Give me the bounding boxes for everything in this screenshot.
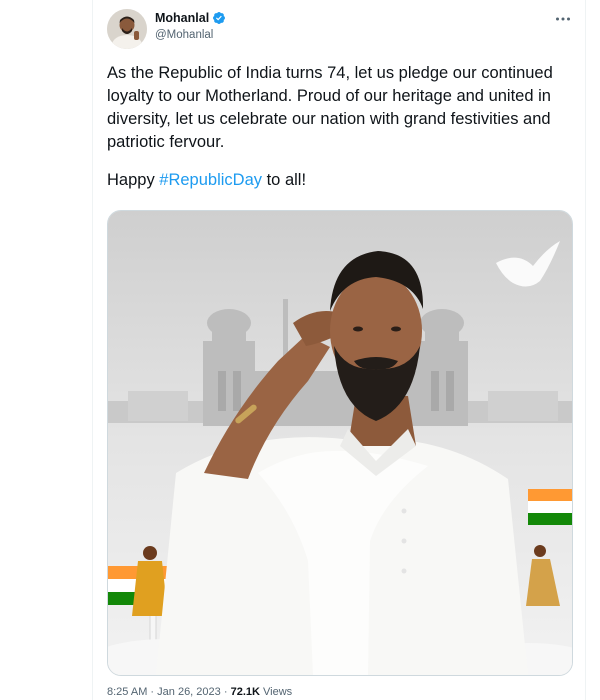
tweet-meta: 8:25 AM · Jan 26, 2023 · 72.1K Views — [107, 686, 292, 698]
tweet-time[interactable]: 8:25 AM — [107, 686, 147, 698]
tweet-image[interactable] — [107, 210, 573, 676]
author-name-row: Mohanlal — [155, 11, 226, 25]
meta-separator-2: · — [223, 686, 228, 698]
tweet-card: Mohanlal @Mohanlal As the Republic of In… — [93, 0, 585, 700]
tweet-text: As the Republic of India turns 74, let u… — [107, 62, 577, 192]
author-handle[interactable]: @Mohanlal — [155, 29, 213, 41]
tweet-date[interactable]: Jan 26, 2023 — [157, 686, 221, 698]
tweet-text-paragraph-1: As the Republic of India turns 74, let u… — [107, 64, 553, 151]
tweet-text-prefix: Happy — [107, 171, 160, 189]
meta-separator: · — [150, 686, 155, 698]
hashtag-link[interactable]: #RepublicDay — [159, 171, 262, 189]
tweet-text-suffix: to all! — [262, 171, 307, 189]
more-options-button[interactable] — [552, 10, 574, 28]
tweet-text-paragraph-2: Happy #RepublicDay to all! — [107, 169, 577, 192]
timeline-border-right — [585, 0, 586, 700]
views-label: Views — [263, 686, 293, 698]
views-count: 72.1K — [230, 686, 260, 698]
verified-badge-icon — [212, 11, 226, 25]
avatar[interactable] — [107, 9, 147, 49]
author-display-name[interactable]: Mohanlal — [155, 11, 209, 25]
more-horizontal-icon — [556, 17, 570, 21]
